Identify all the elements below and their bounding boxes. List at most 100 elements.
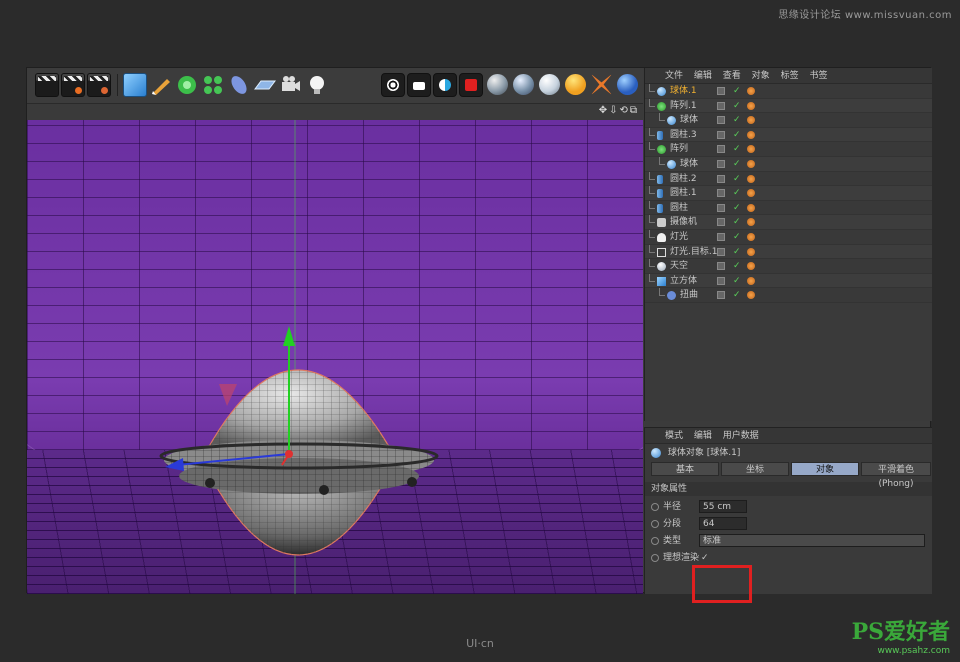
- pen-spline-icon[interactable]: [149, 73, 173, 97]
- tab-basic[interactable]: 基本: [651, 462, 719, 476]
- radio-icon[interactable]: [651, 503, 659, 511]
- object-row[interactable]: 圆柱.2 ✓: [645, 171, 932, 187]
- object-row[interactable]: 灯光 ✓: [645, 229, 932, 245]
- enable-check-icon[interactable]: ✓: [733, 215, 741, 230]
- cube-icon[interactable]: [123, 73, 147, 97]
- object-row[interactable]: 圆柱.1 ✓: [645, 186, 932, 201]
- menu-view[interactable]: 查看: [723, 71, 741, 81]
- perspective-viewport[interactable]: [27, 120, 643, 594]
- tag-icon[interactable]: [747, 291, 755, 300]
- object-row[interactable]: 立方体 ✓: [645, 273, 932, 289]
- tag-icon[interactable]: [747, 159, 755, 168]
- tag-icon[interactable]: [747, 87, 755, 95]
- contrast-icon[interactable]: [433, 73, 457, 97]
- segments-input[interactable]: 64: [699, 517, 747, 530]
- enable-check-icon[interactable]: ✓: [733, 84, 741, 99]
- tag-icon[interactable]: [747, 174, 755, 183]
- object-name[interactable]: 球体: [680, 113, 698, 128]
- visibility-toggle[interactable]: [717, 262, 725, 271]
- sphere-shading-icon[interactable]: [487, 74, 508, 95]
- menu-mode[interactable]: 模式: [665, 431, 683, 441]
- tag-icon[interactable]: [747, 130, 755, 139]
- menu-bookmarks[interactable]: 书签: [809, 71, 827, 81]
- enable-check-icon[interactable]: ✓: [733, 230, 741, 245]
- deformer-icon[interactable]: [227, 73, 251, 97]
- object-name[interactable]: 灯光: [670, 230, 688, 245]
- visibility-toggle[interactable]: [717, 291, 725, 300]
- visibility-toggle[interactable]: [717, 247, 725, 256]
- visibility-toggle[interactable]: [717, 189, 725, 198]
- tab-object[interactable]: 对象: [791, 462, 859, 476]
- render-checkbox[interactable]: ✓: [701, 550, 709, 566]
- render-picture-viewer-button[interactable]: [61, 73, 85, 97]
- object-row[interactable]: 圆柱 ✓: [645, 200, 932, 216]
- tag-icon[interactable]: [747, 276, 755, 285]
- snap-icon[interactable]: [591, 74, 612, 95]
- display-icon[interactable]: [407, 73, 431, 97]
- enable-check-icon[interactable]: ✓: [733, 113, 741, 128]
- visibility-toggle[interactable]: [717, 218, 725, 227]
- visibility-toggle[interactable]: [717, 159, 725, 168]
- tab-phong[interactable]: 平滑着色(Phong): [861, 462, 931, 489]
- viewport-navigation-icons[interactable]: ✥⇩⟲⧉: [599, 105, 639, 116]
- sphere-lines-icon[interactable]: [539, 74, 560, 95]
- ufo-model[interactable]: [27, 120, 643, 594]
- axis-xyz-icon[interactable]: [565, 74, 586, 95]
- visibility-toggle[interactable]: [717, 232, 725, 241]
- type-select[interactable]: 标准: [699, 534, 925, 547]
- tag-icon[interactable]: [747, 101, 755, 110]
- enable-check-icon[interactable]: ✓: [733, 201, 741, 216]
- record-icon[interactable]: [459, 73, 483, 97]
- tag-icon[interactable]: [747, 218, 755, 227]
- object-name[interactable]: 圆柱: [670, 201, 688, 216]
- render-view-button[interactable]: [35, 73, 59, 97]
- camera-icon[interactable]: [279, 73, 303, 97]
- visibility-toggle[interactable]: [717, 130, 725, 139]
- object-name[interactable]: 圆柱.2: [670, 172, 697, 187]
- menu-tags[interactable]: 标签: [781, 71, 799, 81]
- menu-user-data[interactable]: 用户数据: [723, 431, 759, 441]
- visibility-toggle[interactable]: [717, 101, 725, 110]
- light-icon[interactable]: [305, 73, 329, 97]
- tag-icon[interactable]: [747, 116, 755, 125]
- radio-icon[interactable]: [651, 554, 659, 562]
- object-name[interactable]: 圆柱.1: [670, 186, 697, 201]
- enable-check-icon[interactable]: ✓: [733, 186, 741, 201]
- visibility-toggle[interactable]: [717, 203, 725, 212]
- object-row[interactable]: 圆柱.3 ✓: [645, 127, 932, 143]
- object-name[interactable]: 阵列: [670, 142, 688, 157]
- object-name[interactable]: 灯光.目标.1: [670, 245, 717, 260]
- object-name[interactable]: 天空: [670, 259, 688, 274]
- object-row[interactable]: 阵列.1 ✓: [645, 98, 932, 114]
- render-settings-button[interactable]: [87, 73, 111, 97]
- tag-icon[interactable]: [747, 145, 755, 154]
- object-row[interactable]: 天空 ✓: [645, 259, 932, 274]
- floor-icon[interactable]: [253, 73, 277, 97]
- enable-check-icon[interactable]: ✓: [733, 99, 741, 114]
- enable-check-icon[interactable]: ✓: [733, 128, 741, 143]
- tab-coord[interactable]: 坐标: [721, 462, 789, 476]
- menu-file[interactable]: 文件: [665, 71, 683, 81]
- visibility-toggle[interactable]: [717, 145, 725, 154]
- object-row[interactable]: 球体.1 ✓: [645, 84, 932, 99]
- visibility-toggle[interactable]: [717, 174, 725, 183]
- object-row[interactable]: 摄像机 ✓: [645, 215, 932, 230]
- array-generator-icon[interactable]: [201, 73, 225, 97]
- sphere-gouraud-icon[interactable]: [513, 74, 534, 95]
- enable-check-icon[interactable]: ✓: [733, 172, 741, 187]
- menu-objects[interactable]: 对象: [752, 71, 770, 81]
- enable-check-icon[interactable]: ✓: [733, 274, 741, 289]
- tag-icon[interactable]: [747, 247, 755, 256]
- tag-icon[interactable]: [747, 262, 755, 271]
- enable-check-icon[interactable]: ✓: [733, 142, 741, 157]
- object-name[interactable]: 立方体: [670, 274, 697, 289]
- object-name[interactable]: 扭曲: [680, 288, 698, 303]
- python-script-icon[interactable]: [617, 74, 638, 95]
- subdivision-icon[interactable]: [175, 73, 199, 97]
- menu-attr-edit[interactable]: 编辑: [694, 431, 712, 441]
- tag-icon[interactable]: [747, 232, 755, 241]
- material-icon[interactable]: [381, 73, 405, 97]
- object-row[interactable]: 灯光.目标.1 ✓: [645, 244, 932, 260]
- object-name[interactable]: 摄像机: [670, 215, 697, 230]
- enable-check-icon[interactable]: ✓: [733, 288, 741, 303]
